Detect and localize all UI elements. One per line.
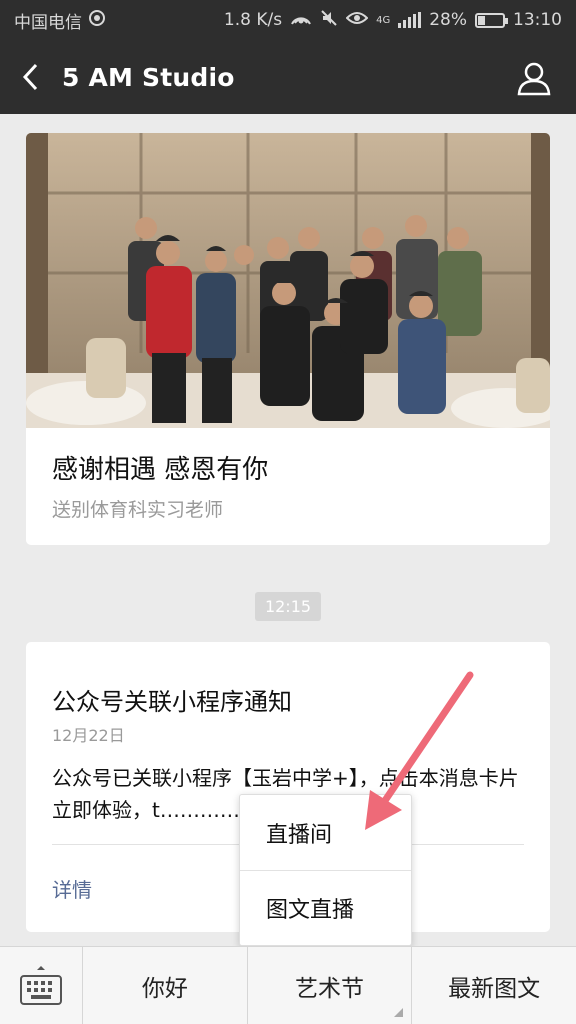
submenu-item-live-room[interactable]: 直播间 <box>240 795 411 870</box>
status-bar: 中国电信 1.8 K/s 4G 28% 13:10 <box>0 0 576 40</box>
back-button[interactable] <box>0 40 62 114</box>
menu-button-latest-articles[interactable]: 最新图文 <box>411 947 576 1024</box>
back-icon <box>22 63 38 91</box>
signal-icon <box>398 12 422 28</box>
notice-date: 12月22日 <box>52 726 125 745</box>
carrier-label: 中国电信 <box>14 12 82 33</box>
page-title: 5 AM Studio <box>62 62 235 92</box>
menu-button-hello[interactable]: 你好 <box>83 947 247 1024</box>
menu-button-arts-festival[interactable]: 艺术节 <box>246 947 412 1024</box>
notice-title: 公众号关联小程序通知 <box>52 688 292 716</box>
menu-button-label: 最新图文 <box>448 976 541 1002</box>
submenu-indicator-icon <box>394 1008 404 1017</box>
mute-icon <box>320 9 338 32</box>
clock: 13:10 <box>513 10 562 30</box>
title-bar: 5 AM Studio <box>0 40 576 114</box>
article-card[interactable]: 感谢相遇 感恩有你 送别体育科实习老师 <box>26 133 550 545</box>
submenu-popup: 直播间 图文直播 <box>239 794 412 946</box>
profile-button[interactable] <box>516 60 552 96</box>
menu-button-label: 艺术节 <box>295 976 364 1002</box>
network-speed: 1.8 K/s <box>223 10 283 30</box>
bottom-menu-bar: 你好 艺术节 最新图文 <box>0 946 576 1024</box>
article-cover-image <box>26 133 550 428</box>
hotspot-icon <box>290 9 312 32</box>
keyboard-icon <box>20 966 62 1005</box>
article-subtitle: 送别体育科实习老师 <box>52 499 224 521</box>
battery-icon <box>475 12 508 28</box>
data-swirl-icon <box>88 9 106 32</box>
eye-icon <box>345 10 369 31</box>
menu-button-label: 你好 <box>141 976 188 1002</box>
message-timestamp: 12:15 <box>255 592 321 621</box>
network-type: 4G <box>376 14 391 26</box>
article-title: 感谢相遇 感恩有你 <box>52 455 269 485</box>
profile-icon <box>517 62 551 96</box>
submenu-item-live-article[interactable]: 图文直播 <box>240 870 411 945</box>
battery-percent: 28% <box>429 10 467 30</box>
notice-detail-link[interactable]: 详情 <box>52 874 92 903</box>
keyboard-toggle-button[interactable] <box>0 947 83 1024</box>
